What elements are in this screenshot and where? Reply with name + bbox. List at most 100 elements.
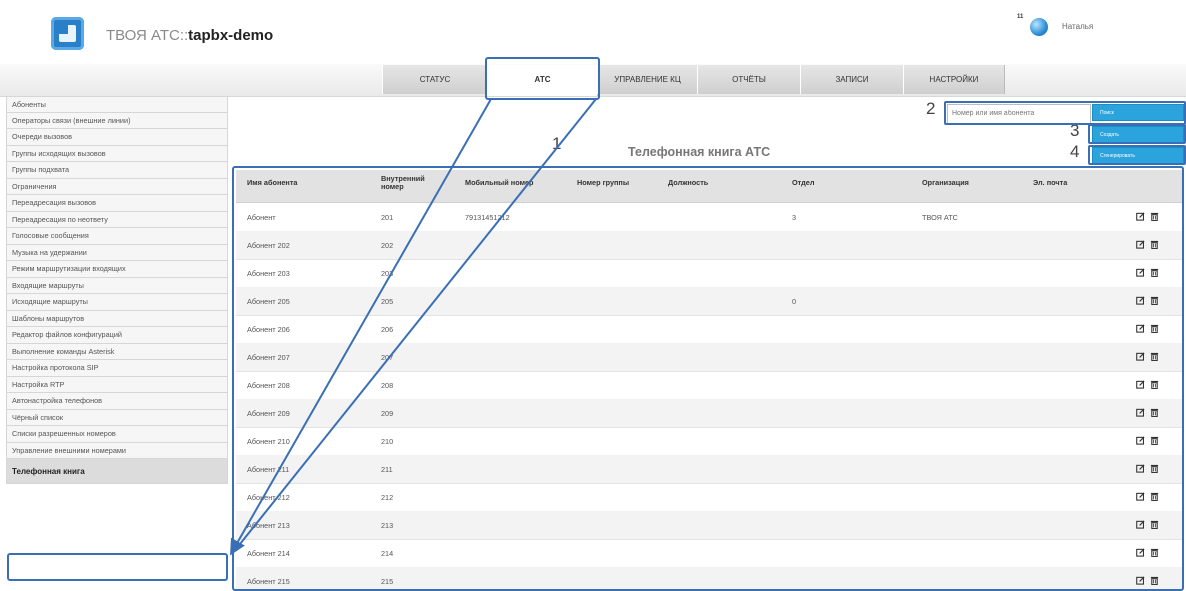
notification-count[interactable]: 11 — [1017, 14, 1023, 20]
column-header[interactable]: Организация — [922, 179, 969, 187]
tab-3[interactable]: УПРАВЛЕНИЕ КЦ — [597, 65, 698, 94]
sidebar-item[interactable]: Входящие маршруты — [6, 277, 228, 294]
table-cell: 79131451212 — [465, 213, 510, 222]
delete-icon[interactable] — [1150, 240, 1159, 249]
sidebar-item[interactable]: Шаблоны маршрутов — [6, 310, 228, 327]
column-header[interactable]: Должность — [668, 179, 708, 187]
delete-icon[interactable] — [1150, 380, 1159, 389]
tab-5[interactable]: ЗАПИСИ — [800, 65, 904, 94]
table-cell: Абонент 207 — [247, 353, 290, 362]
table-row[interactable]: Абонент 214 214 — [236, 539, 1182, 568]
table-row[interactable]: Абонент 213 213 — [236, 511, 1182, 540]
sidebar-item[interactable]: Переадресация по неответу — [6, 211, 228, 228]
table-row[interactable]: Абонент 212 212 — [236, 483, 1182, 512]
delete-icon[interactable] — [1150, 520, 1159, 529]
edit-icon[interactable] — [1136, 380, 1145, 389]
table-row[interactable]: Абонент 202 202 — [236, 231, 1182, 260]
tab-6[interactable]: НАСТРОЙКИ — [903, 65, 1005, 94]
column-header[interactable]: Эл. почта — [1033, 179, 1067, 187]
table-cell: 207 — [381, 353, 394, 362]
delete-icon[interactable] — [1150, 576, 1159, 585]
delete-icon[interactable] — [1150, 436, 1159, 445]
table-row[interactable]: Абонент 211 211 — [236, 455, 1182, 484]
table-cell: Абонент 202 — [247, 241, 290, 250]
sidebar-item[interactable]: Голосовые сообщения — [6, 228, 228, 245]
table-cell: 215 — [381, 577, 394, 586]
edit-icon[interactable] — [1136, 492, 1145, 501]
edit-icon[interactable] — [1136, 576, 1145, 585]
sidebar-item[interactable]: Чёрный список — [6, 409, 228, 426]
user-name[interactable]: Наталья — [1062, 22, 1093, 31]
sidebar-item[interactable]: Списки разрешенных номеров — [6, 426, 228, 443]
column-header[interactable]: Номер группы — [577, 179, 629, 187]
delete-icon[interactable] — [1150, 408, 1159, 417]
sidebar-item[interactable]: Управление внешними номерами — [6, 442, 228, 459]
sidebar-item[interactable]: Абоненты — [6, 96, 228, 113]
create-button[interactable]: Создать — [1092, 126, 1184, 143]
delete-icon[interactable] — [1150, 268, 1159, 277]
table-row[interactable]: Абонент 209 209 — [236, 399, 1182, 428]
table-row[interactable]: Абонент 208 208 — [236, 371, 1182, 400]
search-button[interactable]: Поиск — [1092, 104, 1184, 121]
tab-1[interactable]: СТАТУС — [382, 65, 488, 94]
sidebar-item[interactable]: Группы исходящих вызовов — [6, 145, 228, 162]
table-row[interactable]: Абонент 207 207 — [236, 343, 1182, 372]
edit-icon[interactable] — [1136, 436, 1145, 445]
page-title: Телефонная книга АТС — [628, 145, 771, 159]
callout-number-1: 1 — [552, 134, 562, 153]
sidebar-item[interactable]: Исходящие маршруты — [6, 294, 228, 311]
sidebar-item[interactable]: Редактор файлов конфигураций — [6, 327, 228, 344]
edit-icon[interactable] — [1136, 408, 1145, 417]
sidebar-item[interactable]: Группы подхвата — [6, 162, 228, 179]
tab-4[interactable]: ОТЧЁТЫ — [697, 65, 801, 94]
table-row[interactable]: Абонент 201 79131451212 3 ТВОЯ АТС — [236, 203, 1182, 232]
column-header[interactable]: Отдел — [792, 179, 814, 187]
edit-icon[interactable] — [1136, 268, 1145, 277]
delete-icon[interactable] — [1150, 464, 1159, 473]
table-cell: 201 — [381, 213, 394, 222]
edit-icon[interactable] — [1136, 548, 1145, 557]
delete-icon[interactable] — [1150, 352, 1159, 361]
delete-icon[interactable] — [1150, 324, 1159, 333]
sidebar-item[interactable]: Очереди вызовов — [6, 129, 228, 146]
app-logo[interactable] — [51, 17, 84, 50]
column-header[interactable]: Мобильный номер — [465, 179, 533, 187]
user-avatar-icon[interactable] — [1030, 18, 1048, 36]
sidebar-item[interactable]: Телефонная книга — [6, 459, 228, 484]
generate-button[interactable]: Сгенерировать — [1092, 147, 1184, 164]
delete-icon[interactable] — [1150, 212, 1159, 221]
table-cell: 212 — [381, 493, 394, 502]
callout-number-2: 2 — [926, 99, 936, 118]
edit-icon[interactable] — [1136, 212, 1145, 221]
edit-icon[interactable] — [1136, 352, 1145, 361]
column-header[interactable]: Внутренний номер — [381, 175, 441, 191]
sidebar-item[interactable]: Ограничения — [6, 178, 228, 195]
delete-icon[interactable] — [1150, 548, 1159, 557]
tab-2[interactable]: АТС — [487, 65, 598, 96]
column-header[interactable]: Имя абонента — [247, 179, 297, 187]
edit-icon[interactable] — [1136, 520, 1145, 529]
sidebar-item[interactable]: Настройка протокола SIP — [6, 360, 228, 377]
table-row[interactable]: Абонент 210 210 — [236, 427, 1182, 456]
table-row[interactable]: Абонент 206 206 — [236, 315, 1182, 344]
sidebar-item[interactable]: Настройка RTP — [6, 376, 228, 393]
sidebar-item[interactable]: Режим маршрутизации входящих — [6, 261, 228, 278]
edit-icon[interactable] — [1136, 324, 1145, 333]
sidebar-item[interactable]: Выполнение команды Asterisk — [6, 343, 228, 360]
edit-icon[interactable] — [1136, 296, 1145, 305]
edit-icon[interactable] — [1136, 240, 1145, 249]
table-cell: 213 — [381, 521, 394, 530]
delete-icon[interactable] — [1150, 296, 1159, 305]
table-row[interactable]: Абонент 215 215 — [236, 567, 1182, 591]
sidebar-item[interactable]: Переадресация вызовов — [6, 195, 228, 212]
edit-icon[interactable] — [1136, 464, 1145, 473]
table-cell: Абонент 208 — [247, 381, 290, 390]
sidebar-item[interactable]: Операторы связи (внешние линии) — [6, 112, 228, 129]
table-row[interactable]: Абонент 205 205 0 — [236, 287, 1182, 316]
phonebook-table: Имя абонента Внутренний номер Мобильный но… — [236, 170, 1182, 591]
search-input[interactable] — [952, 106, 1086, 121]
sidebar-item[interactable]: Автонастройка телефонов — [6, 393, 228, 410]
table-row[interactable]: Абонент 203 203 — [236, 259, 1182, 288]
delete-icon[interactable] — [1150, 492, 1159, 501]
sidebar-item[interactable]: Музыка на удержании — [6, 244, 228, 261]
